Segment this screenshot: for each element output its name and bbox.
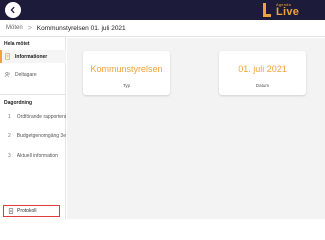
breadcrumb-separator: > <box>27 24 32 32</box>
agenda-live-logo: Agenda Live <box>263 1 321 19</box>
info-card-typ: Kommunstyrelsen Typ <box>83 51 170 95</box>
card-value: Kommunstyrelsen <box>90 64 163 74</box>
document-icon <box>8 208 14 214</box>
agenda-item-label: Budgetgenomgång 3e ko... <box>16 132 66 139</box>
agenda-item-number: 2 <box>8 132 11 139</box>
card-label: Datum <box>255 83 270 88</box>
breadcrumb-current: Kommunstyrelsen 01. juli 2021 <box>36 24 126 32</box>
section-title-meeting: Hela mötet <box>4 41 30 47</box>
back-button[interactable] <box>5 2 21 18</box>
agenda-item-1[interactable]: 1 Ordförande rapporterar <box>0 110 66 123</box>
agenda-item-2[interactable]: 2 Budgetgenomgång 3e ko... <box>0 129 66 142</box>
sidebar-item-label: Informationer <box>15 53 48 60</box>
card-label: Typ <box>122 83 131 88</box>
protokoll-button[interactable]: Protokoll <box>3 205 60 217</box>
sidebar-item-label: Deltagare <box>15 71 37 78</box>
logo-mark-icon <box>263 3 271 17</box>
agenda-item-number: 1 <box>8 113 11 120</box>
logo-big-text: Live <box>276 6 300 18</box>
protokoll-label: Protokoll <box>17 208 37 214</box>
agenda-item-label: Aktuell information <box>16 152 58 159</box>
section-title-agenda: Dagordning <box>4 100 33 106</box>
chevron-left-icon <box>10 6 15 14</box>
sidebar-item-informationer[interactable]: Informationer <box>0 50 66 63</box>
info-card-datum: 01. juli 2021 Datum <box>219 51 306 95</box>
top-bar: Agenda Live <box>0 0 325 20</box>
main-content: Kommunstyrelsen Typ 01. juli 2021 Datum <box>67 38 325 219</box>
agenda-item-label: Ordförande rapporterar <box>16 113 66 120</box>
document-icon <box>5 53 10 60</box>
breadcrumb: Möten > Kommunstyrelsen 01. juli 2021 <box>0 20 325 37</box>
people-icon <box>4 72 10 78</box>
sidebar-item-deltagare[interactable]: Deltagare <box>0 68 66 81</box>
agenda-item-number: 3 <box>8 152 11 159</box>
agenda-item-3[interactable]: 3 Aktuell information <box>0 149 66 162</box>
card-value: 01. juli 2021 <box>238 64 287 74</box>
breadcrumb-meetings-link[interactable]: Möten <box>6 25 23 31</box>
sidebar: Hela mötet Informationer Deltagare Dagor… <box>0 37 66 219</box>
sidebar-divider <box>0 94 66 95</box>
